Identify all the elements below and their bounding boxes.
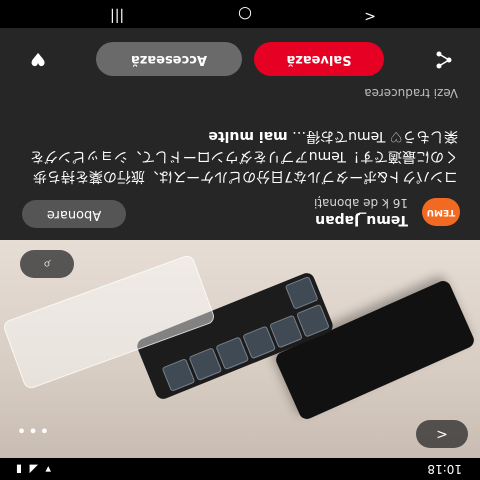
action-row: Salvează Accesează ♥ bbox=[0, 32, 480, 82]
share-icon[interactable] bbox=[432, 46, 456, 70]
visit-button[interactable]: Accesează bbox=[96, 42, 242, 76]
save-button[interactable]: Salvează bbox=[254, 42, 384, 76]
back-button[interactable]: < bbox=[416, 420, 468, 448]
screen: 10:18 ▾ ◢ ▮ < ••• ⌕ TEMU Temu_Japan 16 k… bbox=[0, 0, 480, 480]
pin-image[interactable]: < ••• ⌕ bbox=[0, 240, 480, 458]
heart-icon[interactable]: ♥ bbox=[26, 46, 50, 70]
navigation-bar: < ○ ||| bbox=[0, 0, 480, 28]
pill-slot bbox=[296, 303, 330, 338]
pin-description: コンパクト&ポータブルな7日分のピルケースは、旅行の薬を持ち歩くのに最適です！T… bbox=[28, 126, 458, 186]
nav-home-button[interactable]: ○ bbox=[238, 5, 252, 24]
translate-link[interactable]: Vezi traducerea bbox=[364, 86, 458, 100]
visual-search-icon[interactable]: ⌕ bbox=[20, 250, 74, 278]
creator-row: TEMU Temu_Japan 16 k de abonați Abonare bbox=[0, 190, 480, 240]
status-time: 10:18 bbox=[427, 462, 462, 476]
nav-recents-button[interactable]: ||| bbox=[110, 8, 124, 24]
more-options-icon[interactable]: ••• bbox=[14, 416, 50, 444]
share-glyph bbox=[436, 51, 452, 69]
status-icons: ▾ ◢ ▮ bbox=[14, 463, 52, 476]
follower-count: 16 k de abonați bbox=[314, 196, 408, 210]
status-bar: 10:18 ▾ ◢ ▮ bbox=[0, 458, 480, 480]
more-link[interactable]: mai multe bbox=[208, 128, 287, 144]
subscribe-button[interactable]: Abonare bbox=[22, 200, 126, 228]
creator-name[interactable]: Temu_Japan bbox=[315, 212, 408, 228]
avatar[interactable]: TEMU bbox=[422, 198, 460, 226]
nav-back-button[interactable]: < bbox=[364, 8, 376, 24]
